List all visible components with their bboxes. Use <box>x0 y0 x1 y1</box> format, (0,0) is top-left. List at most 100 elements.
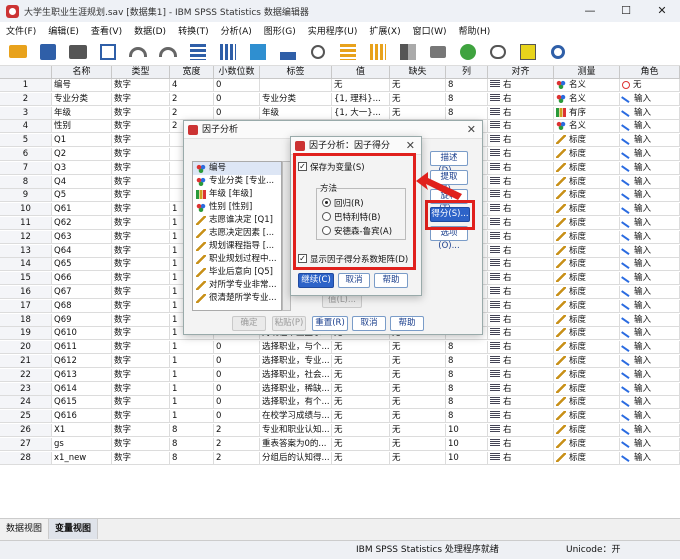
table-cell[interactable]: 右 <box>488 341 554 355</box>
table-cell[interactable]: {1, 理科}... <box>332 92 390 106</box>
table-cell[interactable]: 专业分类 <box>260 92 332 106</box>
table-cell[interactable]: 数字 <box>112 230 170 244</box>
table-cell[interactable]: 性别 <box>52 120 112 134</box>
table-cell[interactable]: 数字 <box>112 451 170 465</box>
print-icon[interactable] <box>66 41 90 63</box>
table-cell[interactable]: 数字 <box>112 189 170 203</box>
table-cell[interactable]: 2 <box>214 424 260 437</box>
table-cell[interactable]: 右 <box>488 230 554 244</box>
table-cell[interactable]: 8 <box>446 106 488 120</box>
table-cell[interactable]: Q616 <box>52 410 112 424</box>
table-cell[interactable]: 数字 <box>112 355 170 368</box>
table-cell[interactable]: 8 <box>170 424 214 437</box>
find-icon[interactable] <box>306 41 330 63</box>
table-cell[interactable]: 输入 <box>620 92 680 106</box>
row-number[interactable]: 27 <box>0 437 52 451</box>
factor-dialog-close-icon[interactable]: ✕ <box>467 121 476 139</box>
source-variable-list[interactable]: 编号 专业分类 [专业... 年级 [年级] 性别 [性别] 志愿谁决定 [Q1] 志愿决… <box>192 161 282 311</box>
table-cell[interactable]: 无 <box>390 410 446 424</box>
value-labels-icon[interactable] <box>486 41 510 63</box>
table-cell[interactable]: 无 <box>390 424 446 437</box>
table-cell[interactable]: 编号 <box>52 79 112 92</box>
table-cell[interactable]: 2 <box>170 106 214 120</box>
table-cell[interactable]: 1 <box>170 410 214 424</box>
table-cell[interactable]: 输入 <box>620 327 680 341</box>
table-cell[interactable]: 输入 <box>620 258 680 272</box>
scores-help-button[interactable]: 帮助 <box>374 273 408 288</box>
table-cell[interactable]: Q614 <box>52 382 112 396</box>
table-cell[interactable]: 名义 <box>554 79 620 92</box>
table-cell[interactable]: 无 <box>390 106 446 120</box>
row-number[interactable]: 5 <box>0 134 52 148</box>
table-cell[interactable]: 无 <box>332 396 390 410</box>
table-cell[interactable]: 标度 <box>554 189 620 203</box>
table-cell[interactable]: 1 <box>170 341 214 355</box>
ok-button[interactable]: 确定 <box>232 316 266 331</box>
table-cell[interactable]: 标度 <box>554 341 620 355</box>
table-cell[interactable]: 数字 <box>112 244 170 258</box>
table-cell[interactable]: 8 <box>446 79 488 92</box>
table-cell[interactable]: Q68 <box>52 299 112 313</box>
variable-list-item[interactable]: 志愿谁决定 [Q1] <box>193 214 281 227</box>
table-cell[interactable]: 选择职业，有个... <box>260 396 332 410</box>
table-cell[interactable]: 右 <box>488 161 554 175</box>
table-cell[interactable]: 标度 <box>554 382 620 396</box>
table-cell[interactable]: 无 <box>390 92 446 106</box>
table-cell[interactable]: 输入 <box>620 148 680 161</box>
table-cell[interactable]: Q610 <box>52 327 112 341</box>
tab-variable-view[interactable]: 变量视图 <box>49 519 99 539</box>
table-cell[interactable]: 输入 <box>620 230 680 244</box>
row-number[interactable]: 25 <box>0 410 52 424</box>
column-header[interactable]: 类型 <box>112 66 170 79</box>
table-cell[interactable]: 输入 <box>620 217 680 230</box>
menu-item[interactable]: 图形(G) <box>258 24 302 37</box>
column-header[interactable]: 标签 <box>260 66 332 79</box>
table-cell[interactable]: 8 <box>446 382 488 396</box>
run-descriptive-icon[interactable] <box>276 41 300 63</box>
goto-variable-icon[interactable] <box>216 41 240 63</box>
menu-item[interactable]: 分析(A) <box>215 24 258 37</box>
table-cell[interactable]: 0 <box>214 396 260 410</box>
table-cell[interactable]: 无 <box>332 410 390 424</box>
table-cell[interactable]: 4 <box>170 79 214 92</box>
use-sets-icon[interactable] <box>516 41 540 63</box>
table-cell[interactable]: 2 <box>214 451 260 465</box>
search-icon[interactable] <box>546 41 570 63</box>
table-cell[interactable]: 右 <box>488 244 554 258</box>
table-cell[interactable]: 数字 <box>112 313 170 327</box>
dialog-recall-icon[interactable] <box>96 41 120 63</box>
row-number[interactable]: 13 <box>0 244 52 258</box>
table-cell[interactable]: 输入 <box>620 410 680 424</box>
table-cell[interactable]: 无 <box>332 341 390 355</box>
tab-data-view[interactable]: 数据视图 <box>0 519 50 539</box>
column-header[interactable]: 列 <box>446 66 488 79</box>
table-cell[interactable]: 无 <box>390 451 446 465</box>
table-cell[interactable]: 输入 <box>620 382 680 396</box>
table-cell[interactable]: 右 <box>488 451 554 465</box>
table-cell[interactable]: 标度 <box>554 410 620 424</box>
continue-button[interactable]: 继续(C) <box>298 273 334 288</box>
column-header[interactable]: 角色 <box>620 66 680 79</box>
table-cell[interactable]: 分组后的认知得... <box>260 451 332 465</box>
table-cell[interactable]: Q1 <box>52 134 112 148</box>
table-cell[interactable]: 无 <box>332 451 390 465</box>
table-cell[interactable]: 8 <box>446 368 488 382</box>
table-cell[interactable]: 右 <box>488 272 554 286</box>
table-cell[interactable]: 标度 <box>554 437 620 451</box>
table-cell[interactable]: 输入 <box>620 106 680 120</box>
row-number[interactable]: 16 <box>0 286 52 299</box>
table-cell[interactable]: 数字 <box>112 175 170 189</box>
table-cell[interactable] <box>260 79 332 92</box>
row-number[interactable]: 11 <box>0 217 52 230</box>
insert-variable-icon[interactable] <box>366 41 390 63</box>
table-cell[interactable]: 数字 <box>112 286 170 299</box>
split-file-icon[interactable] <box>396 41 420 63</box>
menu-item[interactable]: 扩展(X) <box>363 24 406 37</box>
table-cell[interactable]: 右 <box>488 396 554 410</box>
row-number[interactable]: 24 <box>0 396 52 410</box>
table-cell[interactable]: 无 <box>332 355 390 368</box>
table-cell[interactable]: 无 <box>332 382 390 396</box>
table-cell[interactable]: 数字 <box>112 148 170 161</box>
table-cell[interactable]: 数字 <box>112 79 170 92</box>
table-cell[interactable]: Q64 <box>52 244 112 258</box>
